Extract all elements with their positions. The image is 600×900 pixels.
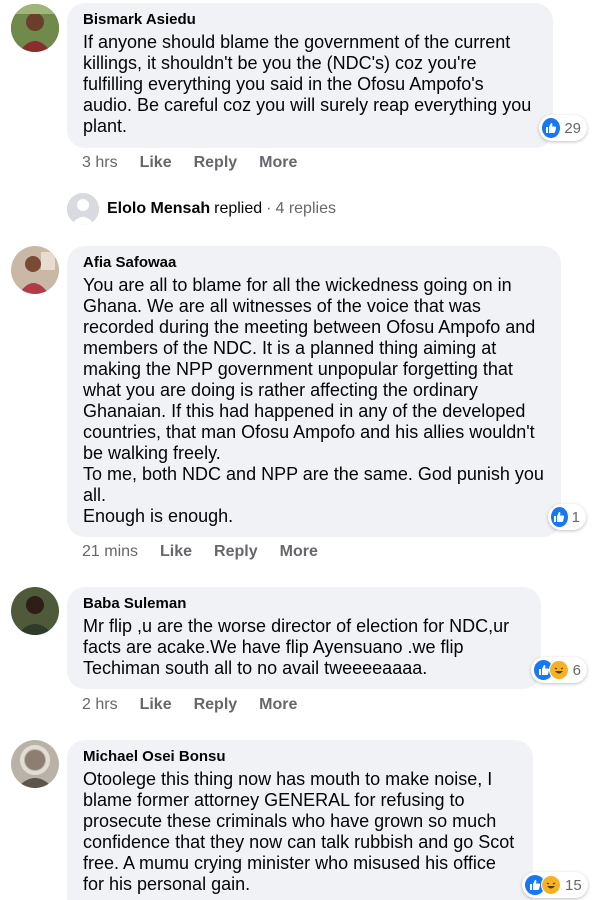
reaction-count: 6 — [572, 661, 581, 679]
like-button[interactable]: Like — [140, 696, 172, 714]
thumbs-up-icon — [551, 507, 568, 527]
reaction-count: 1 — [571, 508, 580, 526]
timestamp[interactable]: 21 mins — [82, 543, 138, 561]
comment-text: You are all to blame for all the wickedn… — [83, 275, 544, 526]
comment-text: Otoolege this thing now has mouth to mak… — [83, 769, 515, 894]
separator: · — [266, 200, 272, 217]
like-button[interactable]: Like — [140, 154, 172, 172]
more-button[interactable]: More — [259, 154, 297, 172]
timestamp[interactable]: 3 hrs — [82, 154, 118, 172]
reply-count[interactable]: 4 replies — [275, 200, 335, 218]
comment-author[interactable]: Michael Osei Bonsu — [83, 748, 517, 766]
more-button[interactable]: More — [280, 543, 318, 561]
person-silhouette-icon — [67, 193, 99, 225]
avatar[interactable] — [11, 740, 59, 788]
reaction-summary[interactable]: 29 — [539, 115, 587, 141]
reply-button[interactable]: Reply — [194, 154, 238, 172]
reply-button[interactable]: Reply — [214, 543, 258, 561]
comment-actions: 2 hrs Like Reply More — [82, 696, 319, 714]
timestamp[interactable]: 2 hrs — [82, 696, 118, 714]
reaction-summary[interactable]: 1 — [548, 504, 586, 530]
thumbs-up-icon — [542, 118, 561, 138]
replier-name[interactable]: Elolo Mensah — [107, 200, 210, 218]
like-button[interactable]: Like — [160, 543, 192, 561]
comment-actions: 21 mins Like Reply More — [82, 543, 340, 561]
reply-button[interactable]: Reply — [194, 696, 238, 714]
replied-label: replied — [214, 200, 263, 217]
reaction-count: 29 — [564, 119, 581, 137]
comment-bubble: Baba Suleman Mr flip ,u are the worse di… — [67, 587, 541, 689]
laughing-face-icon — [549, 660, 569, 680]
comment-bubble: Michael Osei Bonsu Otoolege this thing n… — [67, 740, 533, 900]
comment-author[interactable]: Baba Suleman — [83, 595, 525, 613]
avatar[interactable] — [11, 587, 59, 635]
reaction-count: 15 — [565, 876, 582, 894]
laughing-face-icon — [541, 875, 561, 895]
view-replies[interactable]: Elolo Mensah replied · 4 replies — [67, 193, 336, 225]
comment-actions: 3 hrs Like Reply More — [82, 154, 319, 172]
comment-bubble: Bismark Asiedu If anyone should blame th… — [67, 3, 553, 148]
reaction-summary[interactable]: 15 — [522, 872, 588, 898]
comment-author[interactable]: Bismark Asiedu — [83, 11, 537, 29]
avatar[interactable] — [11, 246, 59, 294]
more-button[interactable]: More — [259, 696, 297, 714]
comment-text: If anyone should blame the government of… — [83, 32, 532, 136]
comment-text: Mr flip ,u are the worse director of ele… — [83, 616, 510, 678]
reaction-summary[interactable]: 6 — [531, 657, 587, 683]
comment-bubble: Afia Safowaa You are all to blame for al… — [67, 246, 561, 537]
comment-author[interactable]: Afia Safowaa — [83, 254, 545, 272]
avatar[interactable] — [11, 4, 59, 52]
